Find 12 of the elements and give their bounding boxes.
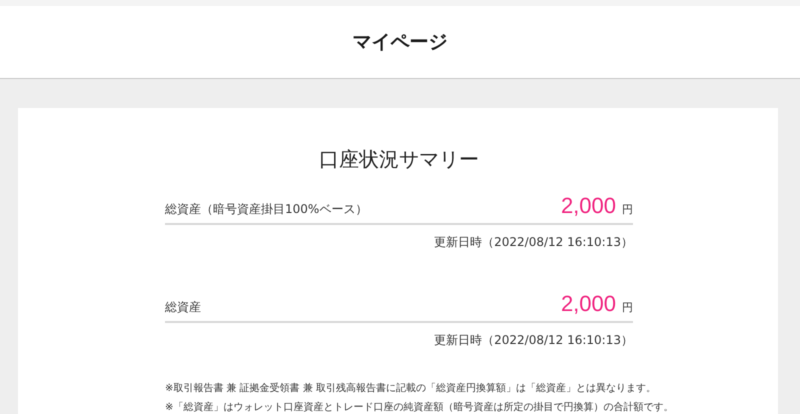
asset-amount: 2,000 [560, 291, 616, 317]
updated-time: 更新日時（2022/08/12 16:10:13） [433, 332, 633, 349]
summary-title: 口座状況サマリー [318, 146, 480, 173]
currency-unit: 円 [622, 202, 633, 217]
currency-unit: 円 [622, 300, 633, 315]
footnote: ※取引報告書 兼 証拠金受領書 兼 取引残高報告書に記載の「総資産円換算額」は「総資産」とは異なります。 [165, 382, 658, 395]
footnote: ※「総資産」はウォレット口座資産とトレード口座の純資産額（暗号資産は所定の掛目で円換算）の合計額です。 [165, 400, 674, 414]
asset-amount: 2,000 [560, 193, 616, 219]
updated-time: 更新日時（2022/08/12 16:10:13） [433, 234, 633, 251]
asset-label: 総資産 [165, 299, 201, 316]
page-title: マイページ [352, 30, 448, 55]
asset-label: 総資産（暗号資産掛目100%ベース） [165, 201, 368, 218]
